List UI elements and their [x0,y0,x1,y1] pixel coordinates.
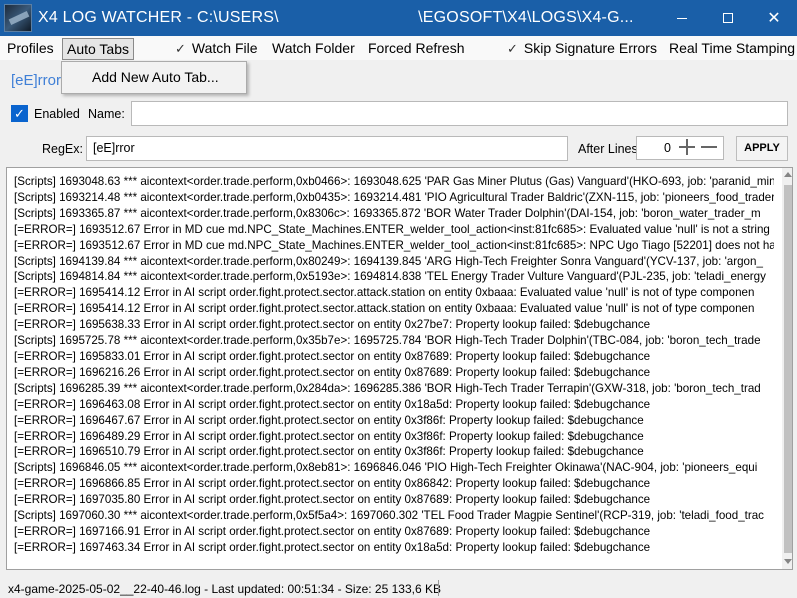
log-line: [Scripts] 1694814.84 *** aicontext<order… [14,270,766,284]
log-line: [=ERROR=] 1696216.26 Error in AI script … [14,365,651,379]
check-icon: ✓ [175,41,186,56]
scroll-up-icon[interactable] [784,172,792,177]
log-line: [=ERROR=] 1696463.08 Error in AI script … [14,397,651,411]
regex-label: RegEx: [42,142,83,156]
title-bar[interactable]: X4 LOG WATCHER - C:\USERS\ \EGOSOFT\X4\L… [0,0,797,36]
status-separator [438,580,439,596]
log-line: [Scripts] 1693048.63 *** aicontext<order… [14,175,774,188]
apply-button[interactable]: APPLY [736,136,788,161]
status-text: x4-game-2025-05-02__22-40-46.log - Last … [8,582,441,596]
log-line: [Scripts] 1693214.48 *** aicontext<order… [14,190,774,204]
log-line: [Scripts] 1694139.84 *** aicontext<order… [14,254,763,268]
log-line: [=ERROR=] 1697463.34 Error in AI script … [14,540,651,554]
log-line: [=ERROR=] 1695638.33 Error in AI script … [14,318,651,332]
regex-input[interactable]: [eE]rror [86,136,568,161]
log-line: [=ERROR=] 1697035.80 Error in AI script … [14,493,651,507]
after-lines-value[interactable]: 0 [664,141,671,155]
menu-watch-file[interactable]: ✓ Watch File [171,38,262,60]
log-line: [Scripts] 1697060.30 *** aicontext<order… [14,509,764,523]
menu-watch-file-label: Watch File [191,40,258,56]
log-line: [=ERROR=] 1695414.12 Error in AI script … [14,302,755,316]
maximize-icon [723,13,733,23]
window-title: X4 LOG WATCHER - C:\USERS\ \EGOSOFT\X4\L… [38,9,634,26]
menu-real-time-stamping[interactable]: Real Time Stamping [665,38,797,60]
close-button[interactable]: ✕ [751,0,797,36]
log-line: [=ERROR=] 1696510.79 Error in AI script … [14,445,644,459]
check-icon: ✓ [507,41,518,56]
menu-watch-folder[interactable]: Watch Folder [268,38,359,60]
log-line: [Scripts] 1695725.78 *** aicontext<order… [14,334,761,348]
maximize-button[interactable] [705,0,751,36]
menu-auto-tabs[interactable]: Auto Tabs [62,38,135,60]
plus-icon[interactable] [679,139,695,155]
after-lines-label: After Lines: [578,142,642,156]
log-lines: [Scripts] 1693048.63 *** aicontext<order… [14,174,774,556]
status-bar: x4-game-2025-05-02__22-40-46.log - Last … [0,578,797,598]
close-icon: ✕ [767,10,781,27]
log-line: [Scripts] 1696285.39 *** aicontext<order… [14,381,761,395]
enabled-label: Enabled [34,107,80,121]
menu-bar: Profiles Auto Tabs ✓ Watch File Watch Fol… [0,36,797,60]
scroll-down-icon[interactable] [784,559,792,564]
name-label: Name: [88,107,125,121]
add-new-auto-tab-item[interactable]: Add New Auto Tab... [92,69,219,85]
minus-icon[interactable] [701,139,717,155]
log-line: [=ERROR=] 1697166.91 Error in AI script … [14,524,651,538]
log-line: [=ERROR=] 1695833.01 Error in AI script … [14,349,651,363]
enabled-checkbox[interactable]: ✓ [11,105,28,122]
scroll-thumb[interactable] [784,185,792,553]
log-line: [=ERROR=] 1696866.85 Error in AI script … [14,477,651,491]
tab-title[interactable]: [eE]rror [11,72,61,89]
vertical-scrollbar[interactable] [782,168,792,569]
app-icon [4,4,32,32]
name-input[interactable] [131,101,788,126]
menu-forced-refresh[interactable]: Forced Refresh [364,38,468,60]
minimize-button[interactable] [659,0,705,36]
log-line: [Scripts] 1696846.05 *** aicontext<order… [14,461,758,475]
auto-tabs-dropdown: Add New Auto Tab... [61,61,247,94]
log-output[interactable]: [Scripts] 1693048.63 *** aicontext<order… [6,167,793,570]
menu-profiles[interactable]: Profiles [3,38,58,60]
log-line: [=ERROR=] 1693512.67 Error in MD cue md.… [14,238,774,252]
log-line: [=ERROR=] 1695414.12 Error in AI script … [14,286,755,300]
minimize-icon [677,17,687,19]
log-line: [=ERROR=] 1693512.67 Error in MD cue md.… [14,222,770,236]
log-line: [Scripts] 1693365.87 *** aicontext<order… [14,206,761,220]
menu-skip-signature-errors[interactable]: ✓ Skip Signature Errors [503,38,661,60]
log-line: [=ERROR=] 1696467.67 Error in AI script … [14,413,644,427]
menu-skip-signature-errors-label: Skip Signature Errors [523,40,657,56]
log-line: [=ERROR=] 1696489.29 Error in AI script … [14,429,644,443]
